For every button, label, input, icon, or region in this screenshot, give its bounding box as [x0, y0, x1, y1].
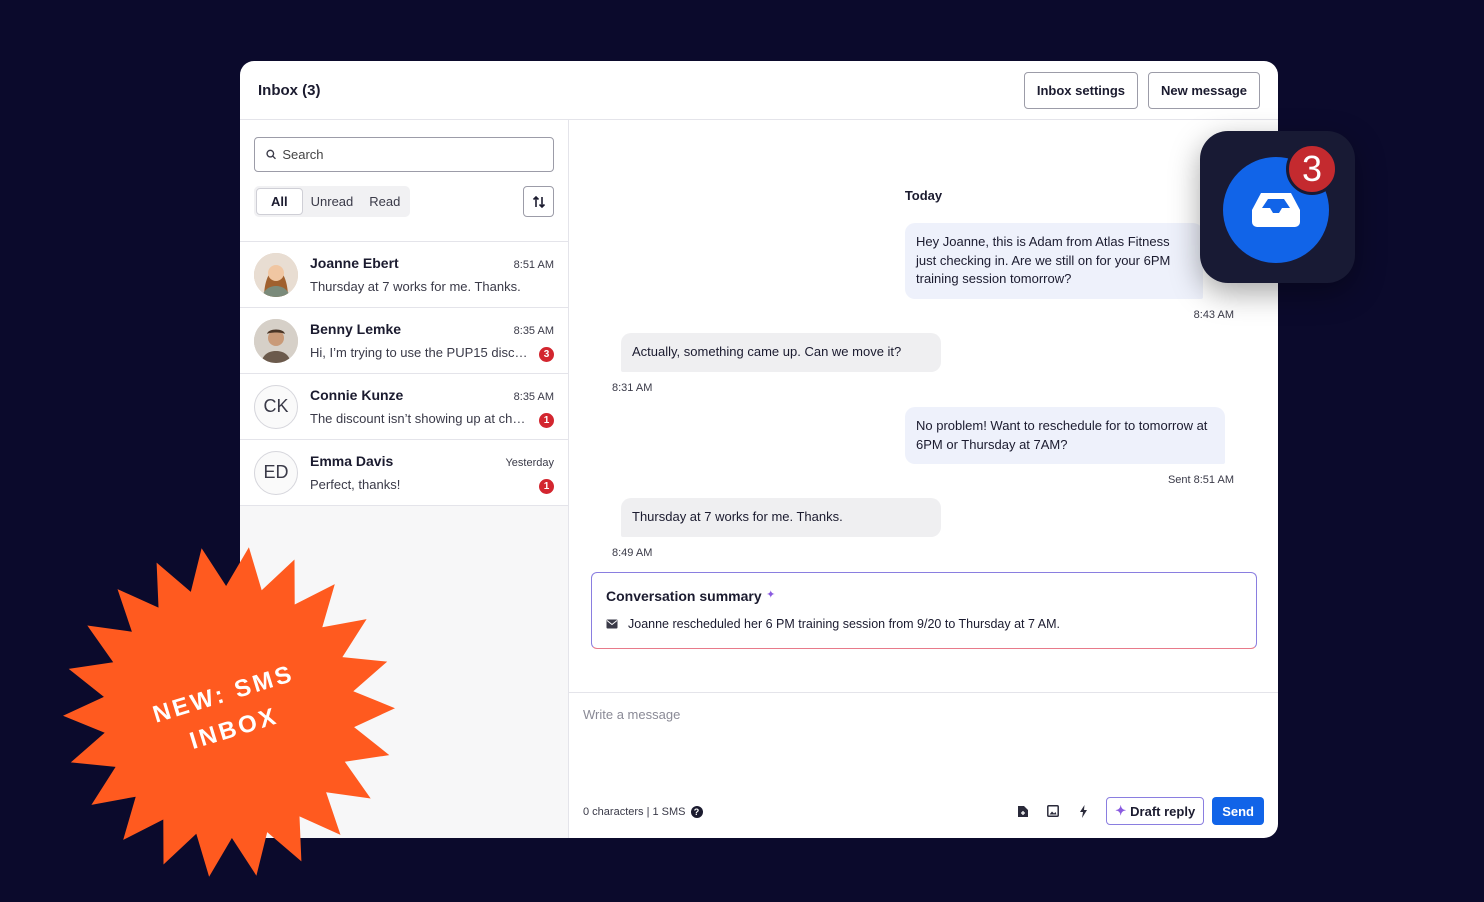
avatar — [254, 252, 298, 297]
conversation-time: 8:51 AM — [513, 259, 554, 271]
inbox-header: Inbox (3) Inbox settings New message — [240, 61, 1278, 120]
incoming-message: Actually, something came up. Can we move… — [621, 333, 941, 372]
filter-tab-unread[interactable]: Unread — [303, 188, 362, 215]
inbox-settings-button[interactable]: Inbox settings — [1023, 71, 1138, 109]
incoming-message: Thursday at 7 works for me. Thanks. — [621, 498, 941, 537]
inbox-tray-icon — [1252, 193, 1300, 227]
outgoing-message: No problem! Want to reschedule for to to… — [905, 407, 1225, 464]
quick-reply-button[interactable] — [1072, 800, 1094, 822]
conversation-item[interactable]: Benny Lemke Hi, I’m trying to use the PU… — [240, 308, 568, 374]
conversation-time: 8:35 AM — [513, 325, 554, 337]
send-button[interactable]: Send — [1212, 797, 1264, 825]
notification-badge: 3 — [1286, 143, 1338, 195]
conversation-time: 8:35 AM — [513, 391, 554, 403]
summary-title: Conversation summary — [606, 588, 762, 604]
envelope-icon — [606, 619, 618, 629]
inbox-app-icon: 3 — [1200, 131, 1355, 283]
filter-tab-read[interactable]: Read — [361, 188, 408, 215]
conversation-item[interactable]: CK Connie Kunze The discount isn’t showi… — [240, 374, 568, 440]
message-timestamp: 8:43 AM — [1193, 309, 1234, 321]
avatar — [254, 318, 298, 363]
search-icon — [266, 149, 276, 160]
draft-reply-label: Draft reply — [1130, 803, 1196, 819]
summary-text: Joanne rescheduled her 6 PM training ses… — [628, 617, 1060, 631]
conversation-item[interactable]: ED Emma Davis Perfect, thanks! Yesterday… — [240, 440, 568, 506]
unread-badge: 3 — [539, 347, 554, 362]
insert-image-button[interactable] — [1042, 800, 1064, 822]
message-timestamp: Sent 8:51 AM — [1167, 474, 1234, 486]
avatar: CK — [254, 384, 298, 429]
message-input[interactable] — [583, 707, 1183, 767]
conversation-time: Yesterday — [505, 457, 554, 469]
search-input[interactable] — [282, 147, 542, 162]
message-timestamp: 8:49 AM — [612, 547, 653, 559]
counter-text: 0 characters | 1 SMS — [583, 806, 686, 818]
lightning-icon — [1079, 804, 1087, 818]
help-icon[interactable]: ? — [690, 806, 703, 818]
page-title: Inbox (3) — [258, 81, 321, 99]
message-composer: 0 characters | 1 SMS ? ✦ Draft reply Sen… — [569, 692, 1278, 838]
message-preview: The discount isn’t showing up at checkou… — [310, 411, 551, 426]
sort-arrows-icon — [532, 195, 545, 208]
outgoing-message: Hey Joanne, this is Adam from Atlas Fitn… — [905, 223, 1203, 299]
search-box[interactable] — [254, 137, 554, 172]
sort-button[interactable] — [523, 186, 554, 217]
character-counter: 0 characters | 1 SMS ? — [583, 806, 703, 818]
sparkle-icon: ✦ — [1115, 803, 1127, 818]
draft-reply-button[interactable]: ✦ Draft reply — [1106, 797, 1205, 825]
avatar: ED — [254, 450, 298, 495]
file-plus-icon — [1018, 805, 1029, 817]
message-preview: Hi, I’m trying to use the PUP15 discount… — [310, 345, 554, 360]
day-divider: Today — [904, 188, 943, 203]
conversation-item[interactable]: Joanne Ebert Thursday at 7 works for me.… — [240, 242, 568, 308]
unread-badge: 1 — [539, 479, 554, 494]
person-photo-icon — [254, 252, 298, 297]
message-thread: Today Hey Joanne, this is Adam from Atla… — [569, 120, 1278, 692]
filter-tab-all[interactable]: All — [256, 188, 303, 215]
image-icon — [1047, 805, 1060, 817]
message-preview: Thursday at 7 works for me. Thanks. — [310, 279, 521, 294]
conversation-summary-card: Conversation summary ✦ Joanne reschedule… — [591, 572, 1257, 649]
message-timestamp: 8:31 AM — [612, 382, 653, 394]
new-message-button[interactable]: New message — [1148, 71, 1260, 109]
conversation-panel: Today Hey Joanne, this is Adam from Atla… — [569, 120, 1278, 838]
unread-badge: 1 — [539, 413, 554, 428]
sparkle-icon: ✦ — [766, 589, 776, 601]
attach-file-button[interactable] — [1012, 800, 1034, 822]
message-preview: Perfect, thanks! — [310, 477, 401, 492]
person-photo-icon — [254, 318, 298, 363]
filter-tabs: All Unread Read — [254, 186, 411, 217]
